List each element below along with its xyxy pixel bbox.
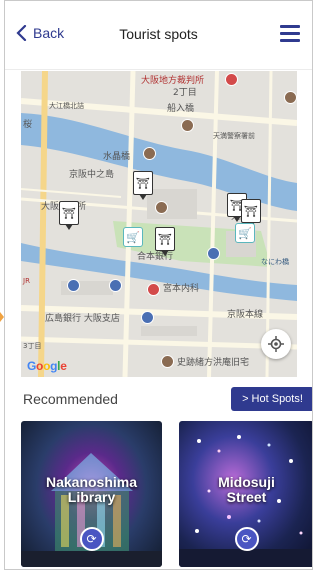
poi-marker[interactable] bbox=[147, 283, 160, 296]
poi-marker[interactable] bbox=[181, 119, 194, 132]
map-label: 京阪本線 bbox=[227, 310, 264, 320]
card-title: Nakanoshima Library bbox=[21, 475, 162, 505]
poi-marker[interactable] bbox=[109, 279, 122, 292]
card-title: Midosuji Street bbox=[179, 474, 312, 505]
map-label: 史跡緒方洪庵旧宅 bbox=[177, 358, 250, 368]
poi-marker[interactable] bbox=[143, 147, 156, 160]
map-label: 船入橋 bbox=[167, 104, 195, 114]
recommended-heading: Recommended bbox=[23, 391, 118, 407]
poi-marker[interactable] bbox=[67, 279, 80, 292]
poi-marker[interactable] bbox=[155, 201, 168, 214]
poi-marker[interactable] bbox=[141, 311, 154, 324]
shopping-cart-icon[interactable]: 🛒 bbox=[235, 223, 255, 243]
poi-marker[interactable] bbox=[225, 73, 238, 86]
card-title-line: Street bbox=[226, 489, 267, 505]
map-label: 2丁目 bbox=[173, 88, 197, 98]
tower-pin-icon[interactable]: ⛩ bbox=[155, 227, 175, 256]
tower-pin-icon[interactable]: ⛩ bbox=[59, 201, 79, 230]
tower-pin-icon[interactable]: ⛩ bbox=[241, 199, 261, 228]
hot-spots-button[interactable]: > Hot Spots! bbox=[231, 387, 312, 411]
refresh-icon[interactable]: ⟳ bbox=[234, 527, 259, 551]
map-label: 京阪中之島 bbox=[69, 170, 115, 180]
poi-marker[interactable] bbox=[284, 91, 297, 104]
card-title-line: Library bbox=[67, 489, 116, 505]
hamburger-menu-icon[interactable] bbox=[280, 25, 300, 42]
crosshair-icon bbox=[268, 336, 284, 352]
card-title-line: Midosuji bbox=[218, 474, 275, 490]
map-label: なにわ橋 bbox=[261, 258, 289, 266]
card-title-line: Nakanoshima bbox=[45, 474, 138, 490]
top-bar: Back Tourist spots bbox=[5, 1, 312, 70]
map-label: 大江橋北詰 bbox=[49, 102, 84, 110]
tower-pin-icon[interactable]: ⛩ bbox=[133, 171, 153, 200]
my-location-button[interactable] bbox=[261, 329, 291, 359]
shopping-cart-icon[interactable]: 🛒 bbox=[123, 227, 143, 247]
page-title: Tourist spots bbox=[119, 26, 198, 42]
poi-marker[interactable] bbox=[161, 355, 174, 368]
map-label: 3丁目 bbox=[23, 342, 42, 350]
map-label: 広島銀行 大阪支店 bbox=[45, 314, 120, 324]
refresh-icon[interactable]: ⟳ bbox=[79, 527, 104, 551]
map-label: JR bbox=[23, 277, 30, 285]
map-label: 桜 bbox=[23, 120, 33, 130]
google-logo: Google bbox=[27, 359, 67, 373]
map-view[interactable]: 大阪地方裁判所 2丁目 船入橋 大江橋北詰 天満警察署前 桜 水晶橋 京阪中之島… bbox=[21, 71, 297, 377]
app-screen: Back Tourist spots 大阪地方裁判所 2丁目 船入橋 大江橋北詰… bbox=[4, 0, 313, 570]
map-label: 水晶橋 bbox=[103, 152, 131, 162]
map-label: 天満警察署前 bbox=[213, 132, 255, 140]
recommended-card-midosuji-street[interactable]: Midosuji Street ⟳ bbox=[179, 421, 312, 567]
map-label: 宮本内科 bbox=[163, 284, 200, 294]
recommended-card-nakanoshima-library[interactable]: Nakanoshima Library ⟳ bbox=[21, 421, 162, 567]
poi-marker[interactable] bbox=[207, 247, 220, 260]
